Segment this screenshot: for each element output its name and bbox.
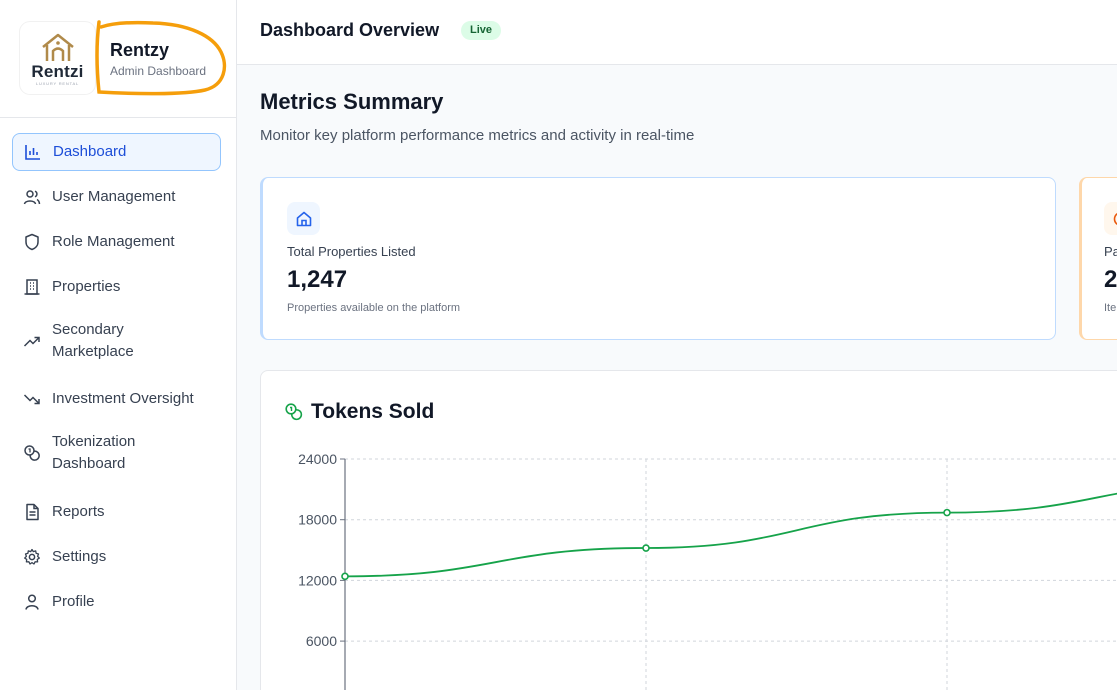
- label-line-2: Dashboard: [52, 455, 126, 472]
- sidebar-item-label: Properties: [52, 278, 121, 295]
- sidebar-item-label: User Management: [52, 188, 176, 205]
- data-point: [943, 508, 951, 517]
- building-icon: [23, 278, 41, 296]
- shield-icon: [23, 233, 41, 251]
- logo-tagline: LUXURY RENTAL: [35, 80, 80, 86]
- sidebar-item-label: Reports: [52, 503, 105, 520]
- label-line-2: Marketplace: [52, 343, 134, 360]
- bar-chart-icon: [24, 143, 42, 161]
- y-tick-label: 18000: [298, 512, 337, 528]
- label-line-1: Secondary: [52, 321, 124, 338]
- sidebar-item-dashboard[interactable]: Dashboard: [12, 133, 221, 171]
- sidebar-item-label: Dashboard: [53, 143, 127, 160]
- sidebar-item-role-management[interactable]: Role Management: [12, 223, 221, 261]
- y-tick-label: 6000: [306, 633, 337, 649]
- sidebar-item-profile[interactable]: Profile: [12, 583, 221, 621]
- metric-card-second[interactable]: Pa 2 Ite: [1079, 177, 1117, 340]
- sidebar-item-reports[interactable]: Reports: [12, 493, 221, 531]
- sidebar: Rentzi LUXURY RENTAL Rentzy Admin Dashbo…: [0, 0, 237, 690]
- trending-down-icon: [23, 390, 41, 408]
- brand-title: Rentzy: [110, 40, 170, 60]
- sidebar-item-tokenization-dashboard[interactable]: Tokenization Dashboard: [12, 425, 221, 481]
- metric-label: Total Properties Listed: [287, 244, 416, 259]
- brand-subtitle: Admin Dashboard: [110, 64, 207, 78]
- metric-value: 1,247: [287, 266, 348, 293]
- sidebar-item-user-management[interactable]: User Management: [12, 178, 221, 216]
- live-status-badge: Live: [461, 21, 502, 40]
- line-chart: 24000 18000 12000 6000: [298, 451, 1117, 690]
- sidebar-item-properties[interactable]: Properties: [12, 268, 221, 306]
- clock-icon: [1104, 202, 1117, 235]
- trending-up-icon: [23, 332, 41, 350]
- brand-header: Rentzi LUXURY RENTAL Rentzy Admin Dashbo…: [0, 0, 236, 118]
- coins-icon: [23, 444, 41, 462]
- metric-note: Properties available on the platform: [287, 302, 461, 314]
- home-icon: [287, 202, 320, 235]
- sidebar-item-label: Investment Oversight: [52, 390, 194, 407]
- logo-wordmark: Rentzi: [31, 61, 84, 81]
- top-header: Dashboard Overview Live: [237, 0, 1117, 65]
- user-icon: [23, 593, 41, 611]
- section-title: Metrics Summary: [260, 89, 444, 114]
- metric-value: 2: [1104, 266, 1117, 293]
- sidebar-item-label: Tokenization Dashboard: [52, 431, 135, 475]
- gear-icon: [23, 548, 41, 566]
- series-line: [344, 492, 1117, 578]
- label-line-1: Tokenization: [52, 433, 136, 450]
- sidebar-item-label: Secondary Marketplace: [52, 319, 134, 363]
- sidebar-item-secondary-marketplace[interactable]: Secondary Marketplace: [12, 313, 221, 369]
- house-logo-icon: [41, 33, 74, 61]
- data-point: [642, 544, 650, 552]
- y-tick-label: 24000: [298, 451, 337, 467]
- sidebar-item-label: Profile: [52, 593, 95, 610]
- section-subtitle: Monitor key platform performance metrics…: [260, 127, 695, 144]
- metric-note: Ite: [1104, 302, 1117, 314]
- tokens-sold-chart-card: Tokens Sold 24000 18000 12000 6000: [260, 370, 1117, 690]
- metric-label: Pa: [1104, 244, 1117, 259]
- file-text-icon: [23, 503, 41, 521]
- page-title: Dashboard Overview: [260, 20, 440, 40]
- y-tick-label: 12000: [298, 572, 337, 588]
- sidebar-item-investment-oversight[interactable]: Investment Oversight: [12, 380, 221, 418]
- logo[interactable]: Rentzi LUXURY RENTAL: [20, 22, 95, 94]
- users-icon: [23, 188, 41, 206]
- data-point: [341, 572, 349, 581]
- sidebar-item-label: Role Management: [52, 233, 175, 250]
- metric-card-total-properties[interactable]: Total Properties Listed 1,247 Properties…: [260, 177, 1056, 340]
- sidebar-item-settings[interactable]: Settings: [12, 538, 221, 576]
- sidebar-item-label: Settings: [52, 548, 107, 565]
